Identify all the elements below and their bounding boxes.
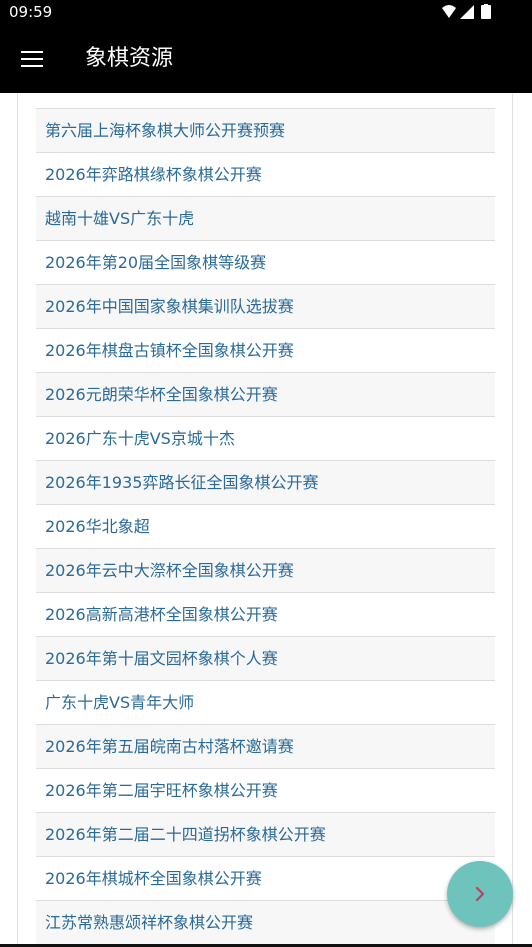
- hamburger-menu-icon[interactable]: [19, 48, 45, 70]
- wifi-icon: [442, 5, 456, 18]
- list-item[interactable]: 2026高新高港杯全国象棋公开赛: [36, 593, 495, 637]
- list-item-partial[interactable]: ■■■■■■■■■■■■■■: [36, 93, 495, 109]
- list-item-link[interactable]: 越南十雄VS广东十虎: [45, 208, 194, 230]
- list-item[interactable]: 江苏常熟惠颂祥杯象棋公开赛: [36, 901, 495, 945]
- list-item-link[interactable]: 2026年第五届皖南古村落杯邀请赛: [45, 736, 294, 758]
- list-item-link[interactable]: 2026年棋城杯全国象棋公开赛: [45, 868, 262, 890]
- list-item-link[interactable]: 江苏常熟惠颂祥杯象棋公开赛: [45, 912, 253, 934]
- list-item-link[interactable]: 2026年第二届二十四道拐杯象棋公开赛: [45, 824, 326, 846]
- signal-icon: [460, 5, 474, 19]
- list-item[interactable]: 2026元朗荣华杯全国象棋公开赛: [36, 373, 495, 417]
- list-item-link[interactable]: 第六届上海杯象棋大师公开赛预赛: [45, 120, 285, 142]
- list-item-link[interactable]: 2026高新高港杯全国象棋公开赛: [45, 604, 278, 626]
- status-icons: [442, 4, 491, 19]
- list-item[interactable]: 第六届上海杯象棋大师公开赛预赛: [36, 109, 495, 153]
- chevron-right-icon: [475, 886, 485, 902]
- list-item[interactable]: 2026年第20届全国象棋等级赛: [36, 241, 495, 285]
- list-item[interactable]: 2026年第十届文园杯象棋个人赛: [36, 637, 495, 681]
- list-item-link[interactable]: 2026广东十虎VS京城十杰: [45, 428, 235, 450]
- content-area[interactable]: ■■■■■■■■■■■■■■ 第六届上海杯象棋大师公开赛预赛 2026年弈路棋缘…: [0, 93, 532, 947]
- list-item-link[interactable]: 2026年云中大漈杯全国象棋公开赛: [45, 560, 294, 582]
- list-item[interactable]: 2026年第二届二十四道拐杯象棋公开赛: [36, 813, 495, 857]
- list-item[interactable]: 2026年棋盘古镇杯全国象棋公开赛: [36, 329, 495, 373]
- status-time: 09:59: [9, 3, 53, 21]
- list-item[interactable]: 越南十雄VS广东十虎: [36, 197, 495, 241]
- list-item-link[interactable]: 2026年棋盘古镇杯全国象棋公开赛: [45, 340, 294, 362]
- list-item-link[interactable]: 2026年中国国家象棋集训队选拔赛: [45, 296, 294, 318]
- tournament-list: ■■■■■■■■■■■■■■ 第六届上海杯象棋大师公开赛预赛 2026年弈路棋缘…: [36, 93, 495, 945]
- list-item-link[interactable]: 2026年第二届宇旺杯象棋公开赛: [45, 780, 278, 802]
- list-item-link[interactable]: 2026元朗荣华杯全国象棋公开赛: [45, 384, 278, 406]
- list-item[interactable]: 2026年中国国家象棋集训队选拔赛: [36, 285, 495, 329]
- list-item[interactable]: 广东十虎VS青年大师: [36, 681, 495, 725]
- list-item[interactable]: 2026年云中大漈杯全国象棋公开赛: [36, 549, 495, 593]
- list-item-link[interactable]: 2026华北象超: [45, 516, 150, 538]
- status-bar: 09:59: [0, 0, 532, 24]
- next-button[interactable]: [447, 861, 513, 927]
- list-item[interactable]: 2026年弈路棋缘杯象棋公开赛: [36, 153, 495, 197]
- list-item[interactable]: 2026年1935弈路长征全国象棋公开赛: [36, 461, 495, 505]
- page-title: 象棋资源: [85, 46, 174, 71]
- list-item[interactable]: 2026年棋城杯全国象棋公开赛: [36, 857, 495, 901]
- list-item-link[interactable]: 2026年弈路棋缘杯象棋公开赛: [45, 164, 262, 186]
- list-item[interactable]: 2026年第五届皖南古村落杯邀请赛: [36, 725, 495, 769]
- app-bar: 象棋资源: [0, 24, 532, 93]
- list-item-link[interactable]: 广东十虎VS青年大师: [45, 692, 194, 714]
- list-item[interactable]: 2026年第二届宇旺杯象棋公开赛: [36, 769, 495, 813]
- list-item-link[interactable]: 2026年第十届文园杯象棋个人赛: [45, 648, 278, 670]
- list-item[interactable]: 2026广东十虎VS京城十杰: [36, 417, 495, 461]
- list-item-link[interactable]: 2026年第20届全国象棋等级赛: [45, 252, 266, 274]
- list-item[interactable]: 2026华北象超: [36, 505, 495, 549]
- battery-icon: [481, 5, 491, 19]
- list-item-link[interactable]: 2026年1935弈路长征全国象棋公开赛: [45, 472, 318, 494]
